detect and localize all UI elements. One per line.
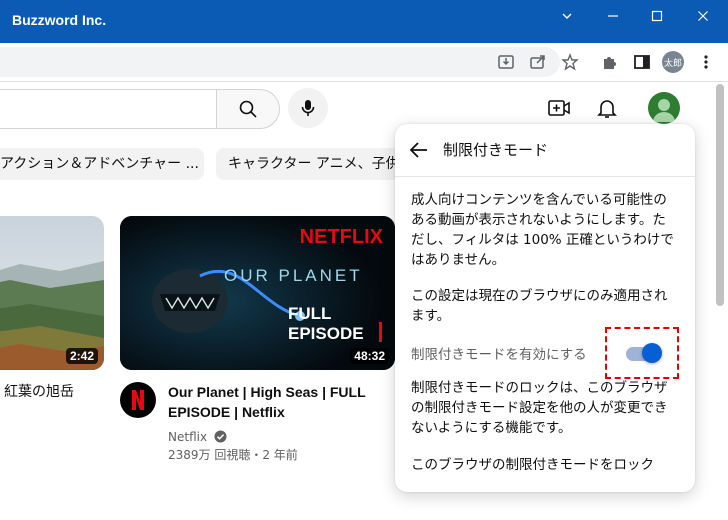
minimize-icon [608,15,618,17]
share-icon [530,55,545,69]
bell-icon [597,100,617,118]
netflix-n-icon [132,390,144,410]
lock-restricted-mode-link[interactable]: このブラウザの制限付きモードをロック [411,455,683,475]
panel-browser-note: この設定は現在のブラウザにのみ適用され ます。 [411,286,683,326]
side-panel-icon [634,55,650,69]
share-button[interactable] [526,50,550,74]
puzzle-icon [604,57,616,69]
chip-action-adventure[interactable]: アクション＆アドベンチャー ... [0,148,204,180]
install-icon [498,55,514,69]
microphone-icon [301,100,315,116]
note-line: ます。 [411,308,451,324]
description-line: 成人向けコンテンツを含んでいる可能性の [411,192,667,208]
star-icon [561,53,579,71]
video-title-2-line1[interactable]: Our Planet | High Seas | FULL [168,382,394,402]
verified-badge-icon [214,430,227,443]
panel-description: 成人向けコンテンツを含んでいる可能性の ある動画が表示されないようにします。た … [411,190,683,270]
bookmark-button[interactable] [558,50,582,74]
browser-menu-button[interactable] [694,50,718,74]
restricted-mode-toggle-label: 制限付きモードを有効にする [411,347,587,363]
thumbnail-full-text: FULL [288,304,332,323]
chip-character-anime[interactable]: キャラクター アニメ、子供 [216,148,406,180]
extensions-button[interactable] [598,50,622,74]
video-duration-2: 48:32 [350,348,389,364]
panel-header: 制限付きモード [395,124,695,177]
netflix-logo: NETFLIX [299,226,383,248]
channel-name-row[interactable]: Netflix [168,428,227,446]
install-app-button[interactable] [494,50,518,74]
video-title-1[interactable]: 紅葉の旭岳 [4,381,114,401]
create-button[interactable] [547,96,571,120]
video-thumbnail-2[interactable]: NETFLIX OUR PLANET FULL EPISODE 48:32 [120,216,395,370]
maximize-button[interactable] [634,0,680,32]
back-button[interactable] [407,138,431,162]
description-line: ある動画が表示されないようにします。た [411,212,666,228]
close-icon [698,11,708,21]
thumbnail-red-divider [379,322,382,342]
arrow-left-icon [409,142,427,158]
video-add-icon [548,100,570,116]
search-button[interactable] [216,89,280,129]
page-scrollbar[interactable] [716,84,724,306]
browser-toolbar: 太郎 [0,43,728,82]
side-panel-button[interactable] [630,50,654,74]
person-icon [653,99,675,122]
video-title-2-line2[interactable]: EPISODE | Netflix [168,402,394,422]
description-line: はありません。 [411,252,506,268]
landscape-thumbnail [0,216,104,370]
panel-lock-description: 制限付きモードのロックは、このブラウザ の制限付きモード設定を他の人が変更でき … [411,378,683,438]
restricted-mode-panel: 制限付きモード 成人向けコンテンツを含んでいる可能性の ある動画が表示されないよ… [395,124,695,492]
profile-avatar[interactable]: 太郎 [662,51,684,73]
thumbnail-show-title: OUR PLANET [224,266,363,285]
window-titlebar: Buzzword Inc. [0,0,728,43]
search-input[interactable] [0,89,217,129]
minimize-button[interactable] [590,0,636,32]
description-line: だし、フィルタは 100% 正確というわけで [411,232,674,248]
lock-description-line: 制限付きモードのロックは、このブラウザ [411,380,668,396]
panel-title: 制限付きモード [443,141,549,159]
lock-description-line: ないようにする機能です。 [411,420,572,436]
maximize-icon [651,10,663,22]
window-title: Buzzword Inc. [12,12,107,28]
chevron-down-icon [562,13,572,19]
video-duration-1: 2:42 [65,348,98,364]
notifications-button[interactable] [595,96,619,120]
tab-search-button[interactable] [544,0,590,32]
close-button[interactable] [680,0,726,32]
channel-avatar-netflix[interactable] [120,382,156,418]
voice-search-button[interactable] [288,88,328,128]
channel-name[interactable]: Netflix [168,430,207,444]
video-thumbnail-1[interactable]: 2:42 [0,216,104,370]
search-icon [239,100,257,118]
thumbnail-episode-text: EPISODE [288,324,364,343]
address-bar[interactable] [0,47,560,77]
lock-description-line: の制限付きモード設定を他の人が変更でき [411,400,668,416]
toggle-highlight-box [605,327,679,379]
note-line: この設定は現在のブラウザにのみ適用され [411,288,668,304]
video-meta-2: 2389万 回視聴・2 年前 [168,448,298,462]
more-vertical-icon [704,55,708,69]
account-avatar[interactable] [648,92,680,124]
